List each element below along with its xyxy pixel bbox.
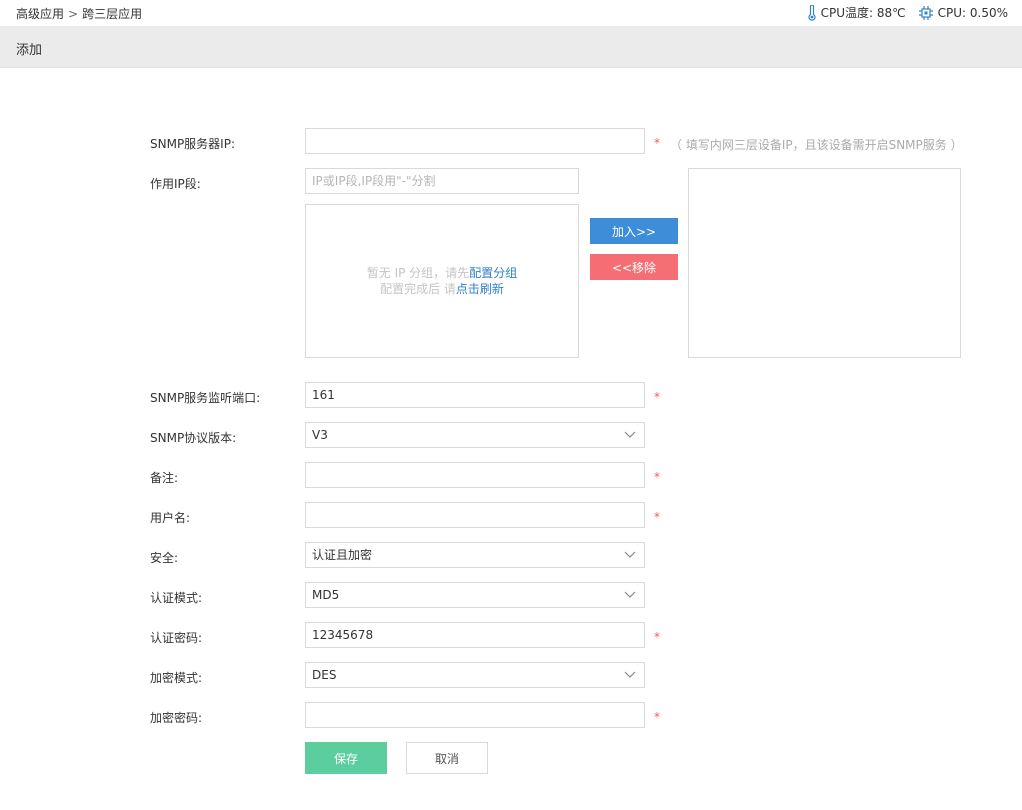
- remove-button[interactable]: <<移除: [590, 254, 678, 280]
- cancel-button[interactable]: 取消: [406, 742, 488, 774]
- required-mark: *: [654, 136, 660, 150]
- encrypt-mode-value: DES: [312, 668, 337, 682]
- required-mark: *: [654, 390, 660, 404]
- chevron-down-icon: [624, 551, 636, 558]
- breadcrumb-parent[interactable]: 高级应用: [16, 5, 64, 22]
- cpu-temperature: CPU温度: 88℃: [807, 4, 906, 21]
- security-value: 认证且加密: [312, 548, 373, 562]
- snmp-ip-hint: （ 填写内网三层设备IP，且该设备需开启SNMP服务 ）: [670, 138, 963, 152]
- encrypt-mode-label: 加密模式:: [150, 671, 203, 685]
- ip-range-label: 作用IP段:: [150, 177, 201, 191]
- encrypt-password-label: 加密密码:: [150, 711, 203, 725]
- breadcrumb-current: 跨三层应用: [82, 7, 143, 21]
- snmp-ip-input[interactable]: [305, 128, 645, 154]
- version-label: SNMP协议版本:: [150, 431, 237, 445]
- version-value: V3: [312, 428, 328, 442]
- configure-group-link[interactable]: 配置分组: [469, 266, 517, 280]
- chevron-down-icon: [624, 671, 636, 678]
- chip-icon: [918, 5, 933, 20]
- auth-password-input[interactable]: [305, 622, 645, 648]
- port-label: SNMP服务监听端口:: [150, 391, 261, 405]
- required-mark: *: [654, 470, 660, 484]
- snmp-ip-label: SNMP服务器IP:: [150, 137, 236, 151]
- chevron-down-icon: [624, 591, 636, 598]
- version-select[interactable]: V3: [305, 422, 645, 448]
- port-input[interactable]: [305, 382, 645, 408]
- page-header: 添加: [0, 26, 1022, 68]
- remark-label: 备注:: [150, 471, 179, 485]
- empty-line1-text: 暂无 IP 分组，请先: [366, 266, 470, 280]
- username-label: 用户名:: [150, 511, 191, 525]
- save-button[interactable]: 保存: [305, 742, 387, 774]
- encrypt-password-input[interactable]: [305, 702, 645, 728]
- encrypt-mode-select[interactable]: DES: [305, 662, 645, 688]
- required-mark: *: [654, 630, 660, 644]
- page-title: 添加: [16, 43, 43, 58]
- breadcrumb: 高级应用 > 跨三层应用: [16, 5, 142, 22]
- top-bar: 高级应用 > 跨三层应用 CPU温度: 88℃ CPU: 0.50%: [0, 0, 1022, 26]
- thermometer-icon: [808, 4, 816, 21]
- add-button[interactable]: 加入>>: [590, 218, 678, 244]
- cpu-usage: CPU: 0.50%: [918, 5, 1008, 21]
- refresh-link[interactable]: 点击刷新: [456, 282, 504, 296]
- cpu-usage-text: CPU: 0.50%: [937, 5, 1008, 20]
- breadcrumb-separator: >: [68, 7, 79, 21]
- remark-input[interactable]: [305, 462, 645, 488]
- ip-range-input[interactable]: [305, 168, 579, 194]
- chevron-down-icon: [624, 431, 636, 438]
- auth-mode-select[interactable]: MD5: [305, 582, 645, 608]
- cpu-temperature-text: CPU温度: 88℃: [820, 6, 906, 20]
- auth-mode-value: MD5: [312, 588, 340, 602]
- system-info: CPU温度: 88℃ CPU: 0.50%: [795, 4, 1008, 21]
- required-mark: *: [654, 510, 660, 524]
- username-input[interactable]: [305, 502, 645, 528]
- empty-line2-text: 配置完成后 请: [380, 282, 456, 296]
- security-label: 安全:: [150, 551, 179, 565]
- ip-group-list[interactable]: 暂无 IP 分组，请先配置分组 配置完成后 请点击刷新: [305, 204, 579, 358]
- auth-password-label: 认证密码:: [150, 631, 203, 645]
- auth-mode-label: 认证模式:: [150, 591, 203, 605]
- selected-ip-list[interactable]: [688, 168, 961, 358]
- security-select[interactable]: 认证且加密: [305, 542, 645, 568]
- required-mark: *: [654, 710, 660, 724]
- ip-group-empty-message: 暂无 IP 分组，请先配置分组 配置完成后 请点击刷新: [306, 265, 578, 297]
